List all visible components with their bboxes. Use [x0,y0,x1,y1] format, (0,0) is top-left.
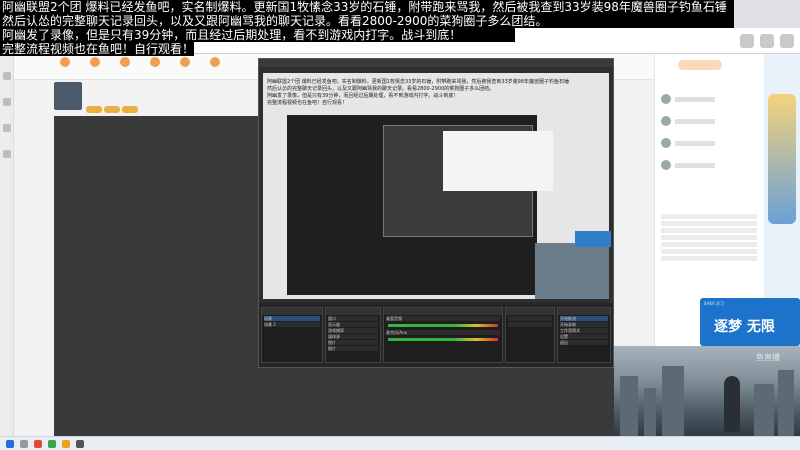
rail-game-icon[interactable] [3,150,11,158]
start-icon[interactable] [6,440,14,448]
nav-item[interactable] [144,57,166,69]
subtitle-line-1: 阿幽联盟2个团 爆料已经发鱼吧，实名制爆料。更新国1牧愫念33岁的石锤，附带跑来… [0,0,734,14]
nav-item[interactable] [174,57,196,69]
streamer-avatar[interactable] [54,82,82,110]
source-item[interactable]: 图片 [328,346,378,351]
taskbar [0,436,800,450]
app-icon[interactable] [76,440,84,448]
subtitle-line-3: 阿幽发了录像，但是只有39分钟，而且经过后期处理，看不到游戏内打字。战斗到底！ [0,28,515,42]
search-icon[interactable] [20,440,28,448]
volume-meter[interactable] [388,324,498,327]
nav-icon [60,57,70,67]
scene-item[interactable]: 场景 2 [264,322,320,327]
left-rail [0,54,14,436]
source-item[interactable]: 显示器 [328,322,378,327]
nav-item[interactable] [54,57,76,69]
source-item[interactable]: 窗口 [328,316,378,321]
audio-mixer-panel: 桌面音频 麦克风/Aux [383,307,503,363]
app-icon[interactable] [34,440,42,448]
sources-panel: 窗口 显示器 游戏捕获 媒体源 图片 图片 [325,307,381,363]
preview-line-4: 完整流程视频也在鱼吧！自行观看！ [267,100,348,106]
start-recording-button[interactable]: 开始录制 [560,322,608,327]
promo-image [768,94,796,224]
menu-icon[interactable] [780,34,794,48]
ad-card[interactable]: BAKA 学习 逐梦 无限 [700,298,800,346]
subtitle-line-4: 完整流程视频也在鱼吧！自行观看！ [0,42,195,56]
obs-docks: 场景 场景 2 窗口 显示器 游戏捕获 媒体源 图片 图片 桌面音频 麦克风/A… [259,303,613,367]
app-icon[interactable] [48,440,56,448]
preview-line-3: 阿幽发了录像，但是只有39分钟，而且经过后期处理，看不到游戏内打字。战斗到底！ [267,93,459,99]
mixer-channel: 桌面音频 [386,316,500,321]
room-info [54,82,274,114]
source-item[interactable]: 图片 [328,340,378,345]
profile-icon[interactable] [760,34,774,48]
ad-top-label: BAKA 学习 [704,301,725,306]
controls-panel: 开始推流 开始录制 工作室模式 设置 退出 [557,307,611,363]
rank-row[interactable] [661,160,757,172]
app-icon[interactable] [62,440,70,448]
rank-row[interactable] [661,94,757,106]
nav-icon [180,57,190,67]
preview-line-1: 阿幽联盟2个团 爆料已经发鱼吧，实名制爆料。更新国1牧愫念33岁的石锤，附带跑来… [267,79,570,85]
preview-line-2: 然后认怂的完整聊天记录回头，以及又跟阿幽骂我的聊天记录。看看2800-2900的… [267,86,495,92]
gift-button[interactable] [678,60,722,70]
source-item[interactable]: 媒体源 [328,334,378,339]
webcam-watermark: 鱼直播 [756,353,780,362]
nav-item[interactable] [84,57,106,69]
volume-meter[interactable] [388,338,498,341]
room-badges [86,98,140,117]
start-streaming-button[interactable]: 开始推流 [560,316,608,321]
obs-preview: 阿幽联盟2个团 爆料已经发鱼吧，实名制爆料。更新国1牧愫念33岁的石锤，附带跑来… [263,73,611,299]
transition-select[interactable] [508,316,552,321]
nav-icon [90,57,100,67]
extension-icon[interactable] [740,34,754,48]
nav-icon [210,57,220,67]
subtitle-line-2: 然后认怂的完整聊天记录回头，以及又跟阿幽骂我的聊天记录。看看2800-2900的… [0,14,734,28]
rank-row[interactable] [661,138,757,150]
preview-caption: 阿幽联盟2个团 爆料已经发鱼吧，实名制爆料。更新国1牧愫念33岁的石锤，附带跑来… [267,79,569,107]
settings-button[interactable]: 设置 [560,334,608,339]
duration-input[interactable] [508,322,552,327]
nested-webcam [535,243,609,299]
nav-item[interactable] [114,57,136,69]
exit-button[interactable]: 退出 [560,340,608,345]
nav-icon [150,57,160,67]
nav-icon [120,57,130,67]
rank-row[interactable] [661,116,757,128]
nav-item[interactable] [204,57,226,69]
rail-home-icon[interactable] [3,72,11,80]
scene-item[interactable]: 场景 [264,316,320,321]
scenes-panel: 场景 场景 2 [261,307,323,363]
source-item[interactable]: 游戏捕获 [328,328,378,333]
rail-follow-icon[interactable] [3,98,11,106]
streamer-figure [724,376,740,432]
studio-mode-button[interactable]: 工作室模式 [560,328,608,333]
rail-category-icon[interactable] [3,124,11,132]
obs-menubar [259,59,613,67]
mixer-channel: 麦克风/Aux [386,330,500,335]
chat-list [661,214,757,274]
nested-logo [575,231,611,247]
obs-window: 阿幽联盟2个团 爆料已经发鱼吧，实名制爆料。更新国1牧愫念33岁的石锤，附带跑来… [258,58,614,368]
transitions-panel [505,307,555,363]
ad-text: 逐梦 无限 [714,319,775,335]
nested-sidebar [443,131,553,191]
